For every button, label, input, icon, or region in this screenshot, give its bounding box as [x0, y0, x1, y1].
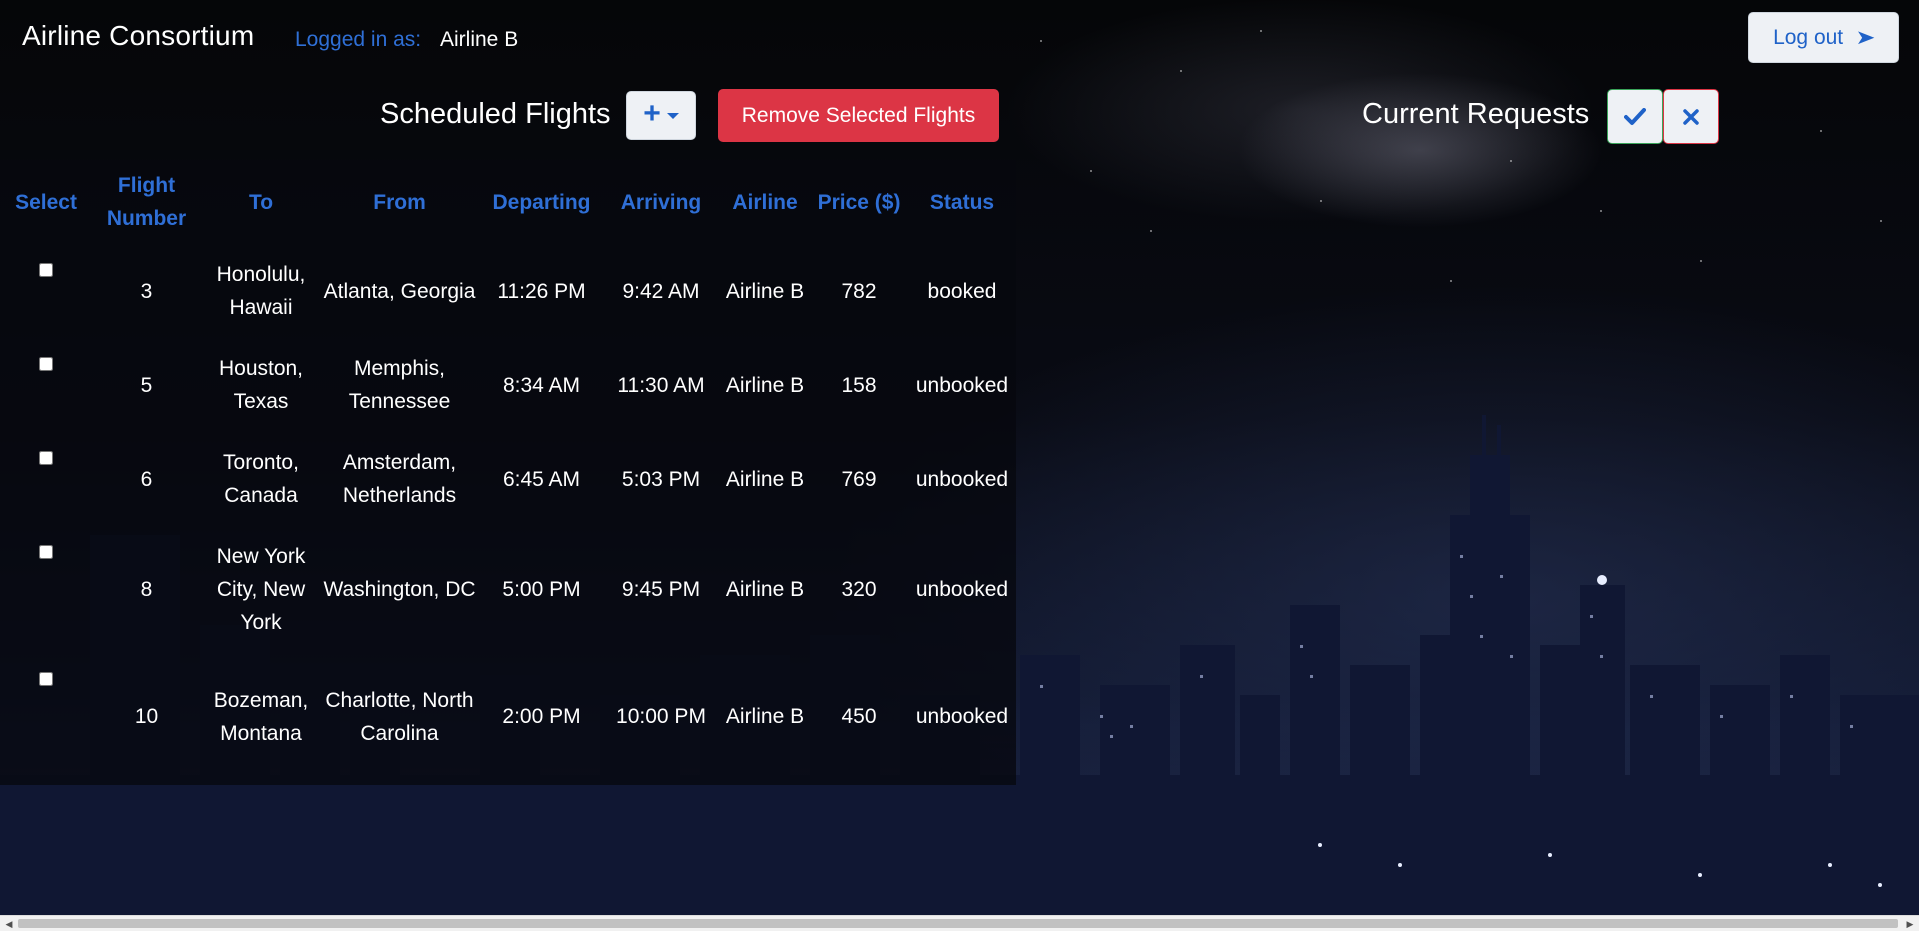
from-cell: Memphis, Tennessee [348, 357, 451, 413]
departing-cell: 8:34 AM [502, 373, 581, 397]
status-cell: unbooked [915, 578, 1009, 601]
column-header-arriving: Arriving [620, 190, 702, 214]
select-cell [0, 653, 92, 780]
airline-cell: Airline B [725, 373, 805, 397]
select-cell [0, 526, 92, 653]
arriving-cell: 9:45 PM [621, 578, 701, 601]
accept-request-button[interactable] [1607, 89, 1663, 144]
table-row: 8 New York City, New York Washington, DC… [0, 526, 1019, 653]
to-cell: Toronto, Canada [223, 451, 299, 507]
status-cell: unbooked [915, 373, 1009, 397]
plus-icon: + [643, 97, 661, 130]
from-cell: Washington, DC [323, 578, 476, 601]
scroll-left-icon[interactable]: ◀ [2, 917, 16, 931]
arrow-right-icon: ➤ [1855, 27, 1876, 49]
status-cell: booked [927, 279, 997, 303]
flight-number-cell: 6 [140, 467, 153, 491]
airline-cell: Airline B [725, 705, 805, 728]
column-header-to: To [248, 190, 274, 214]
column-header-flight-number: Flight Number [106, 174, 187, 230]
from-cell: Charlotte, North Carolina [325, 688, 474, 745]
close-icon [1683, 108, 1699, 125]
column-header-select: Select [15, 190, 77, 214]
status-cell: unbooked [915, 467, 1009, 491]
logout-label: Log out [1773, 25, 1844, 49]
from-cell: Amsterdam, Netherlands [342, 451, 457, 507]
arriving-cell: 9:42 AM [622, 279, 700, 303]
row-select-checkbox[interactable] [39, 672, 53, 686]
to-cell: Houston, Texas [218, 357, 304, 413]
check-icon [1624, 107, 1646, 125]
scheduled-flights-table: Select Flight Number To From Departing A… [0, 160, 1019, 780]
to-cell: Bozeman, Montana [213, 688, 309, 745]
departing-cell: 2:00 PM [502, 705, 581, 728]
page: Airline Consortium Logged in as: Airline… [0, 0, 1919, 931]
table-row: 5 Houston, Texas Memphis, Tennessee 8:34… [0, 338, 1019, 432]
flight-number-cell: 5 [140, 373, 153, 397]
column-header-price: Price ($) [817, 190, 901, 214]
departing-cell: 11:26 PM [497, 279, 586, 303]
column-header-status: Status [929, 190, 995, 214]
arriving-cell: 11:30 AM [617, 373, 705, 397]
table-header-row: Select Flight Number To From Departing A… [0, 160, 1019, 244]
departing-cell: 5:00 PM [502, 578, 581, 601]
row-select-checkbox[interactable] [39, 545, 53, 559]
row-select-checkbox[interactable] [39, 263, 53, 277]
table-row: 10 Bozeman, Montana Charlotte, North Car… [0, 653, 1019, 780]
logged-in-label: Logged in as: [295, 28, 422, 51]
airline-cell: Airline B [725, 467, 805, 491]
price-cell: 158 [841, 373, 877, 397]
column-header-from: From [373, 190, 426, 214]
select-cell [0, 244, 92, 338]
scroll-right-icon[interactable]: ▶ [1903, 917, 1917, 931]
flight-number-cell: 10 [134, 705, 159, 728]
status-cell: unbooked [915, 705, 1009, 728]
to-cell: Honolulu, Hawaii [216, 263, 306, 319]
row-select-checkbox[interactable] [39, 357, 53, 371]
scrollbar-thumb[interactable] [18, 919, 1898, 928]
logout-button[interactable]: Log out ➤ [1748, 12, 1899, 63]
price-cell: 782 [841, 279, 877, 303]
price-cell: 320 [841, 578, 877, 601]
current-requests-title: Current Requests [1362, 98, 1590, 130]
add-flight-dropdown-button[interactable]: + [626, 91, 696, 140]
caret-down-icon [666, 112, 679, 119]
column-header-airline: Airline [732, 190, 798, 214]
arriving-cell: 10:00 PM [616, 705, 706, 728]
column-header-departing: Departing [492, 190, 591, 214]
table-row: 6 Toronto, Canada Amsterdam, Netherlands… [0, 432, 1019, 526]
select-cell [0, 432, 92, 526]
logged-in-user: Airline B [440, 28, 519, 51]
airline-cell: Airline B [725, 279, 805, 303]
departing-cell: 6:45 AM [502, 467, 581, 491]
row-select-checkbox[interactable] [39, 451, 53, 465]
airline-cell: Airline B [725, 578, 805, 601]
price-cell: 450 [841, 705, 877, 728]
select-cell [0, 338, 92, 432]
from-cell: Atlanta, Georgia [323, 279, 476, 303]
scheduled-flights-title: Scheduled Flights [380, 98, 611, 130]
price-cell: 769 [841, 467, 877, 491]
table-row: 3 Honolulu, Hawaii Atlanta, Georgia 11:2… [0, 244, 1019, 338]
arriving-cell: 5:03 PM [621, 467, 701, 491]
app-title: Airline Consortium [22, 20, 255, 51]
to-cell: New York City, New York [216, 545, 306, 634]
remove-selected-flights-button[interactable]: Remove Selected Flights [718, 89, 999, 142]
flight-number-cell: 3 [140, 279, 153, 303]
horizontal-scrollbar[interactable]: ◀ ▶ [0, 915, 1919, 931]
reject-request-button[interactable] [1663, 89, 1719, 144]
flight-number-cell: 8 [140, 578, 153, 601]
